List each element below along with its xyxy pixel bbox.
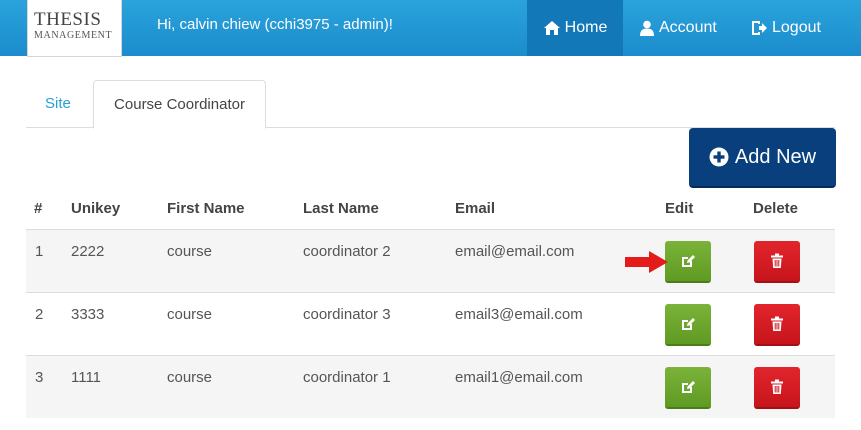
edit-icon [682, 255, 695, 267]
table-row: 2 3333 course coordinator 3 email3@email… [26, 292, 835, 355]
tab-bar: Site Course Coordinator [26, 80, 835, 129]
cell-email: email3@email.com [455, 306, 583, 323]
cell-number: 1 [35, 243, 44, 260]
edit-button[interactable] [665, 241, 711, 283]
logout-icon [752, 21, 767, 35]
cell-first-name: course [167, 306, 213, 323]
trash-icon [771, 253, 783, 268]
add-new-label: Add New [734, 145, 817, 168]
column-header-edit: Edit [665, 200, 694, 217]
plus-circle-icon [709, 147, 729, 167]
nav-logout-label: Logout [772, 19, 821, 36]
delete-button[interactable] [754, 367, 800, 409]
top-navbar: THESIS MANAGEMENT Hi, calvin chiew (cchi… [0, 0, 861, 57]
table-row: 3 1111 course coordinator 1 email1@email… [26, 355, 835, 418]
column-header-delete: Delete [753, 200, 799, 217]
nav-account-label: Account [659, 19, 717, 36]
delete-button[interactable] [754, 241, 800, 283]
nav-home-label: Home [564, 19, 608, 36]
cell-unikey: 2222 [71, 243, 105, 260]
cell-last-name: coordinator 3 [303, 306, 391, 323]
nav-home[interactable]: Home [527, 0, 623, 56]
edit-button[interactable] [665, 304, 711, 346]
logo-subtitle: MANAGEMENT [34, 30, 113, 41]
tab-site[interactable]: Site [45, 80, 71, 128]
table-row: 1 2222 course coordinator 2 email@email.… [26, 229, 835, 292]
edit-icon [682, 381, 695, 393]
edit-icon [682, 318, 695, 330]
cell-first-name: course [167, 243, 213, 260]
trash-icon [771, 379, 783, 394]
cell-unikey: 3333 [71, 306, 105, 323]
cell-last-name: coordinator 1 [303, 369, 391, 386]
user-icon [640, 20, 654, 36]
edit-button[interactable] [665, 367, 711, 409]
column-header-email: Email [455, 200, 496, 217]
tab-course-coordinator[interactable]: Course Coordinator [93, 80, 266, 129]
column-header-last-name: Last Name [303, 200, 379, 217]
logo-title: THESIS [34, 9, 102, 30]
column-header-unikey: Unikey [71, 200, 121, 217]
add-new-button[interactable]: Add New [689, 128, 836, 188]
cell-email: email1@email.com [455, 369, 583, 386]
annotation-arrow-icon [625, 251, 668, 273]
cell-last-name: coordinator 2 [303, 243, 391, 260]
cell-first-name: course [167, 369, 213, 386]
nav-account[interactable]: Account [639, 0, 717, 56]
trash-icon [771, 316, 783, 331]
column-header-number: # [34, 200, 43, 217]
logo[interactable]: THESIS MANAGEMENT [27, 0, 122, 57]
nav-logout[interactable]: Logout [750, 0, 821, 56]
home-icon [543, 21, 560, 35]
cell-number: 3 [35, 369, 44, 386]
cell-unikey: 1111 [71, 369, 102, 386]
delete-button[interactable] [754, 304, 800, 346]
cell-email: email@email.com [455, 243, 575, 260]
cell-number: 2 [35, 306, 44, 323]
user-greeting: Hi, calvin chiew (cchi3975 - admin)! [157, 16, 393, 33]
column-header-first-name: First Name [167, 200, 245, 217]
